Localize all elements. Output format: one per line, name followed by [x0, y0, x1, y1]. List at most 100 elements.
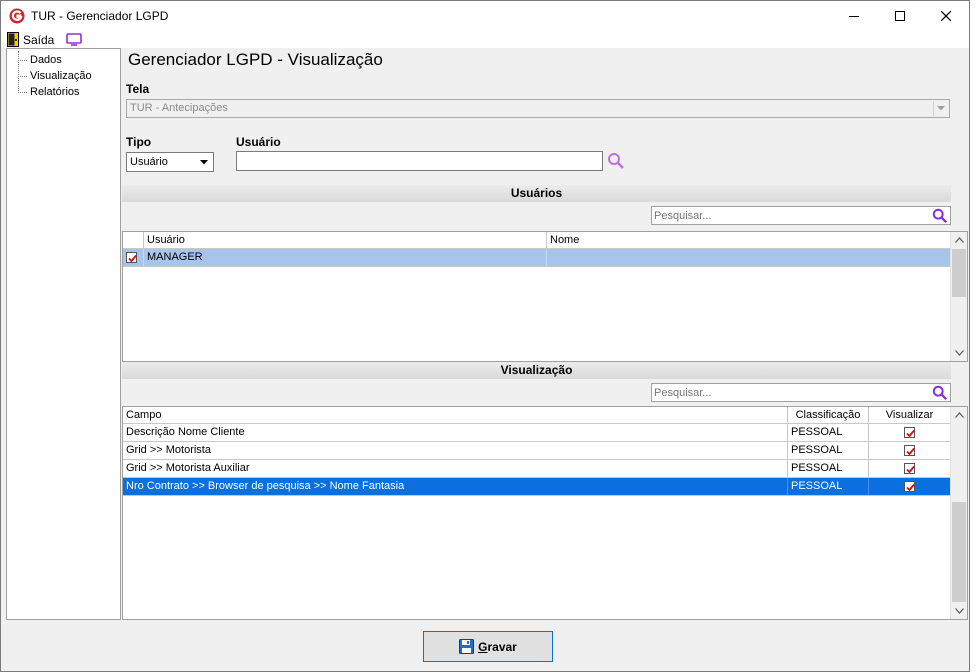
close-icon: [941, 11, 951, 21]
window-title: TUR - Gerenciador LGPD: [31, 9, 169, 23]
visualizar-checkbox[interactable]: [904, 426, 915, 438]
search-icon[interactable]: [932, 208, 948, 224]
tree-item-dados[interactable]: Dados: [7, 52, 120, 68]
exit-menu-item[interactable]: Saída: [7, 32, 54, 47]
usuarios-section-header: Usuários: [122, 185, 951, 202]
tela-dropdown-button: [933, 101, 948, 116]
visualizacao-search-input[interactable]: [652, 384, 922, 401]
classificacao-cell: PESSOAL: [788, 442, 869, 459]
campo-cell: Descrição Nome Cliente: [123, 424, 788, 441]
checkmark-icon: [906, 483, 915, 491]
visualizar-checkbox[interactable]: [904, 444, 915, 456]
visualizar-cell[interactable]: [869, 442, 951, 459]
checkmark-icon: [128, 254, 137, 262]
chevron-down-icon: [200, 159, 208, 164]
tela-select: TUR - Antecipações: [126, 99, 950, 118]
scroll-down-button[interactable]: [951, 345, 967, 361]
visualizar-cell[interactable]: [869, 478, 951, 495]
scroll-thumb[interactable]: [952, 249, 966, 297]
usuario-input[interactable]: [236, 151, 603, 171]
search-icon[interactable]: [607, 152, 625, 170]
app-logo-icon: [9, 8, 25, 24]
page-title: Gerenciador LGPD - Visualização: [128, 50, 383, 69]
campo-cell: Nro Contrato >> Browser de pesquisa >> N…: [123, 478, 788, 495]
save-button[interactable]: Gravar: [423, 631, 553, 662]
visualizacao-grid: Campo Classificação Visualizar Descrição…: [122, 406, 968, 620]
usuarios-search-box: [651, 206, 951, 225]
campo-cell: Grid >> Motorista Auxiliar: [123, 460, 788, 477]
monitor-icon[interactable]: [66, 33, 83, 46]
usuarios-grid: Usuário Nome MANAGER: [122, 231, 968, 362]
table-row[interactable]: Grid >> Motorista PESSOAL: [123, 442, 951, 460]
tipo-select[interactable]: Usuário: [126, 152, 214, 172]
scroll-thumb[interactable]: [952, 502, 966, 602]
nome-cell: [547, 249, 951, 266]
navigation-tree: Dados Visualização Relatórios: [6, 48, 121, 620]
scroll-up-button[interactable]: [951, 232, 967, 248]
minimize-icon: [849, 16, 859, 17]
exit-label: Saída: [23, 32, 55, 47]
column-header-campo[interactable]: Campo: [123, 407, 788, 424]
main-panel: Gerenciador LGPD - Visualização Tela TUR…: [122, 48, 970, 623]
usuarios-vertical-scrollbar[interactable]: [950, 232, 967, 361]
column-header-classificacao[interactable]: Classificação: [788, 407, 869, 424]
visualizar-checkbox[interactable]: [904, 480, 915, 492]
visualizacao-vertical-scrollbar[interactable]: [950, 407, 967, 619]
classificacao-cell: PESSOAL: [788, 424, 869, 441]
visualizar-checkbox[interactable]: [904, 462, 915, 474]
classificacao-cell: PESSOAL: [788, 478, 869, 495]
visualizacao-section-header: Visualização: [122, 362, 951, 379]
table-row[interactable]: Descrição Nome Cliente PESSOAL: [123, 424, 951, 442]
table-row[interactable]: Nro Contrato >> Browser de pesquisa >> N…: [123, 478, 951, 496]
table-row[interactable]: Grid >> Motorista Auxiliar PESSOAL: [123, 460, 951, 478]
app-window: TUR - Gerenciador LGPD Saída Dados Visua…: [0, 0, 970, 672]
title-bar: TUR - Gerenciador LGPD: [1, 1, 969, 31]
tree-item-label: Relatórios: [30, 86, 80, 98]
minimize-button[interactable]: [831, 1, 877, 31]
table-row[interactable]: MANAGER: [123, 249, 951, 267]
tipo-value: Usuário: [130, 156, 168, 168]
floppy-disk-icon: [459, 639, 475, 654]
usuarios-search-input[interactable]: [652, 207, 922, 224]
visualizar-cell[interactable]: [869, 424, 951, 441]
row-checkbox-cell[interactable]: [123, 249, 144, 266]
tela-label: Tela: [126, 82, 150, 96]
menu-bar: Saída: [1, 31, 969, 48]
close-button[interactable]: [923, 1, 969, 31]
tree-item-visualizacao[interactable]: Visualização: [7, 68, 120, 84]
search-icon[interactable]: [932, 385, 948, 401]
visualizacao-grid-header: Campo Classificação Visualizar: [123, 407, 951, 424]
usuario-label: Usuário: [236, 135, 281, 149]
column-header-usuario[interactable]: Usuário: [144, 232, 547, 249]
chevron-down-icon: [954, 350, 964, 356]
chevron-down-icon: [937, 106, 945, 111]
tree-item-label: Dados: [30, 54, 62, 66]
column-header-nome[interactable]: Nome: [547, 232, 951, 249]
tipo-dropdown-button[interactable]: [196, 154, 212, 170]
checkbox-column-header: [123, 232, 144, 249]
background-edge: [970, 0, 976, 672]
visualizacao-search-box: [651, 383, 951, 402]
checkmark-icon: [906, 429, 915, 437]
save-label: Gravar: [478, 640, 517, 654]
chevron-up-icon: [954, 412, 964, 418]
usuario-cell: MANAGER: [144, 249, 547, 266]
maximize-icon: [895, 11, 905, 21]
visualizar-cell[interactable]: [869, 460, 951, 477]
usuarios-grid-header: Usuário Nome: [123, 232, 951, 249]
tree-item-label: Visualização: [30, 70, 92, 82]
maximize-button[interactable]: [877, 1, 923, 31]
campo-cell: Grid >> Motorista: [123, 442, 788, 459]
checkmark-icon: [906, 447, 915, 455]
row-checkbox[interactable]: [126, 251, 137, 263]
column-header-visualizar[interactable]: Visualizar: [869, 407, 951, 424]
chevron-down-icon: [954, 608, 964, 614]
tree-item-relatorios[interactable]: Relatórios: [7, 84, 120, 100]
scroll-up-button[interactable]: [951, 407, 967, 423]
classificacao-cell: PESSOAL: [788, 460, 869, 477]
tela-value: TUR - Antecipações: [130, 102, 228, 114]
checkmark-icon: [906, 465, 915, 473]
exit-door-icon: [7, 32, 19, 47]
scroll-down-button[interactable]: [951, 603, 967, 619]
chevron-up-icon: [954, 237, 964, 243]
